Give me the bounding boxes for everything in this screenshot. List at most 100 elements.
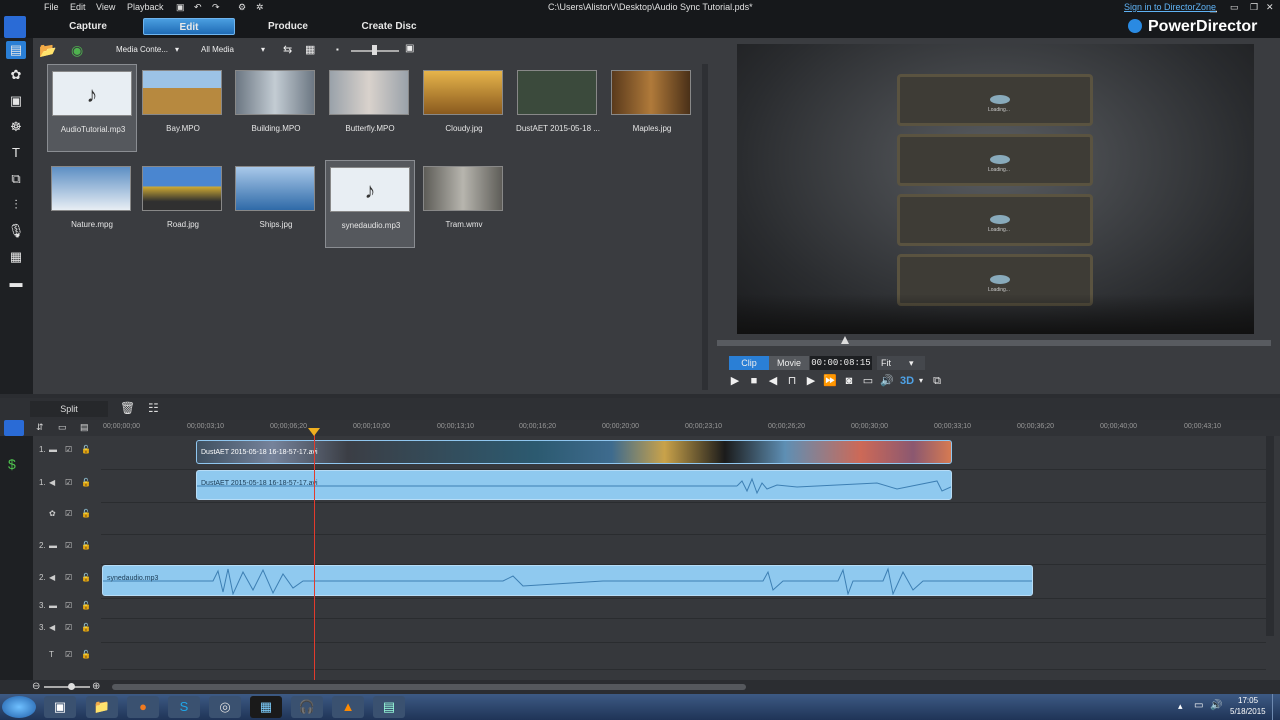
menu-playback[interactable]: Playback [127, 2, 164, 12]
windows-start-icon[interactable] [2, 696, 36, 718]
previous-frame-icon[interactable]: ◀ [765, 373, 781, 389]
powerdirector-icon[interactable]: ▦ [250, 696, 282, 718]
media-item[interactable]: Butterfly.MPO [325, 64, 415, 152]
menu-edit[interactable]: Edit [70, 2, 86, 12]
lock-icon[interactable]: 🔓 [81, 445, 91, 454]
skype-icon[interactable]: S [168, 696, 200, 718]
enable-checkbox[interactable]: ☑ [65, 623, 72, 632]
media-item[interactable]: Building.MPO [231, 64, 321, 152]
enable-checkbox[interactable]: ☑ [65, 445, 72, 454]
timeline-ruler[interactable]: ⇵ ▭ ▤ 00;00;00;00 00;00;03;10 00;00;06;2… [0, 420, 1280, 436]
create-disc-button[interactable]: Create Disc [356, 18, 422, 35]
save-icon[interactable]: ▣ [176, 2, 185, 13]
lock-icon[interactable]: 🔓 [81, 623, 91, 632]
track-manager-icon[interactable]: ⇵ [36, 422, 44, 433]
gear-icon[interactable]: ✲ [256, 2, 264, 13]
enable-checkbox[interactable]: ☑ [65, 650, 72, 659]
download-media-icon[interactable]: ◉ [71, 42, 83, 59]
media-item[interactable]: ♪ AudioTutorial.mp3 [47, 64, 137, 152]
split-icon[interactable]: ⊓ [784, 373, 800, 389]
restore-icon[interactable]: ❐ [1250, 2, 1258, 13]
media-item[interactable]: Cloudy.jpg [419, 64, 509, 152]
stop-icon[interactable]: ■ [746, 373, 762, 389]
steam-icon[interactable]: ◎ [209, 696, 241, 718]
settings-icon[interactable]: ⚙ [238, 2, 246, 13]
media-item[interactable]: Nature.mpg [47, 160, 137, 248]
audio-mixing-room-icon[interactable]: ⫶ [6, 196, 26, 214]
lock-icon[interactable]: 🔓 [81, 541, 91, 550]
voice-over-room-icon[interactable]: 🎙 [6, 222, 26, 240]
movie-tab[interactable]: Movie [769, 356, 809, 370]
add-track-icon[interactable]: ▤ [80, 422, 89, 433]
chapter-room-icon[interactable]: ▦ [6, 248, 26, 266]
lock-icon[interactable]: 🔓 [81, 509, 91, 518]
audio-clip[interactable]: synedaudio.mp3 [102, 565, 1033, 596]
fast-forward-icon[interactable]: ⏩ [822, 373, 838, 389]
chevron-down-icon[interactable]: ▾ [913, 373, 929, 389]
next-frame-icon[interactable]: ▶ [803, 373, 819, 389]
media-item[interactable]: DustAET 2015-05-18 ... [513, 64, 603, 152]
lock-icon[interactable]: 🔓 [81, 601, 91, 610]
playhead[interactable] [314, 430, 315, 680]
enable-checkbox[interactable]: ☑ [65, 601, 72, 610]
zoom-dropdown[interactable]: Fit ▾ [877, 356, 925, 370]
zoom-out-icon[interactable]: ⊖ [32, 681, 40, 692]
pip-room-icon[interactable]: ▣ [6, 92, 26, 110]
media-item[interactable]: Bay.MPO [138, 64, 228, 152]
effect-room-icon[interactable]: ✿ [6, 66, 26, 84]
small-thumb-icon[interactable]: ▪ [336, 45, 339, 54]
undock-icon[interactable]: ⧉ [929, 373, 945, 389]
fit-timeline-icon[interactable]: ▭ [58, 422, 67, 433]
transition-room-icon[interactable]: ⧉ [6, 170, 26, 188]
timecode-display[interactable]: 00:00:08:15 [810, 356, 872, 370]
redo-icon[interactable]: ↷ [212, 2, 220, 13]
import-folder-icon[interactable]: 📂 [39, 42, 56, 59]
zoom-slider[interactable] [44, 686, 90, 688]
edit-button[interactable]: Edit [143, 18, 235, 35]
library-scrollbar[interactable] [702, 64, 708, 390]
volume-tray-icon[interactable]: 🔊 [1210, 700, 1222, 711]
produce-button[interactable]: Produce [258, 18, 318, 35]
timeline-mode-icon[interactable] [4, 420, 24, 436]
tray-expand-icon[interactable]: ▴ [1178, 701, 1183, 712]
volume-icon[interactable]: 🔊 [879, 373, 895, 389]
media-item[interactable]: Maples.jpg [607, 64, 697, 152]
clock-date[interactable]: 5/18/2015 [1230, 707, 1266, 716]
media-item[interactable]: Ships.jpg [231, 160, 321, 248]
sort-icon[interactable]: ⇆ [283, 43, 292, 56]
enable-checkbox[interactable]: ☑ [65, 478, 72, 487]
menu-view[interactable]: View [96, 2, 115, 12]
app-icon[interactable]: ▤ [373, 696, 405, 718]
vlc-icon[interactable]: ▲ [332, 696, 364, 718]
zoom-in-icon[interactable]: ⊕ [92, 681, 100, 692]
enable-checkbox[interactable]: ☑ [65, 541, 72, 550]
tracks-scrollbar[interactable] [1266, 436, 1274, 636]
play-icon[interactable]: ▶ [727, 373, 743, 389]
media-item[interactable]: Road.jpg [138, 160, 228, 248]
media-item[interactable]: ♪ synedaudio.mp3 [325, 160, 415, 248]
video-clip[interactable]: DustAET 2015-05-18 16-18-57-17.avi [196, 440, 952, 464]
magic-icon[interactable]: $ [8, 456, 16, 472]
split-button[interactable]: Split [30, 401, 108, 417]
zoom-slider-thumb[interactable] [68, 683, 75, 690]
enable-checkbox[interactable]: ☑ [65, 509, 72, 518]
media-room-icon[interactable]: ▤ [6, 41, 26, 59]
show-desktop-button[interactable] [1272, 694, 1280, 720]
media-item[interactable]: Tram.wmv [419, 160, 509, 248]
close-icon[interactable]: ✕ [1266, 2, 1274, 13]
network-icon[interactable]: ▭ [1194, 700, 1203, 711]
snapshot-icon[interactable]: ◙ [841, 373, 857, 389]
title-room-icon[interactable]: T [6, 144, 26, 162]
clock-time[interactable]: 17:05 [1238, 696, 1258, 705]
lock-icon[interactable]: 🔓 [81, 573, 91, 582]
particle-room-icon[interactable]: ☸ [6, 118, 26, 136]
capture-button[interactable]: Capture [58, 18, 118, 35]
lock-icon[interactable]: 🔓 [81, 478, 91, 487]
media-filter-dropdown[interactable]: All Media [201, 45, 234, 54]
lock-icon[interactable]: 🔓 [81, 650, 91, 659]
file-explorer-icon[interactable]: ▣ [44, 696, 76, 718]
preview-seek-bar[interactable] [717, 336, 1271, 346]
grid-view-icon[interactable]: ▦ [305, 43, 315, 56]
subtitle-room-icon[interactable]: ▬ [6, 274, 26, 292]
edit-tools-icon[interactable]: ☷ [148, 401, 159, 415]
